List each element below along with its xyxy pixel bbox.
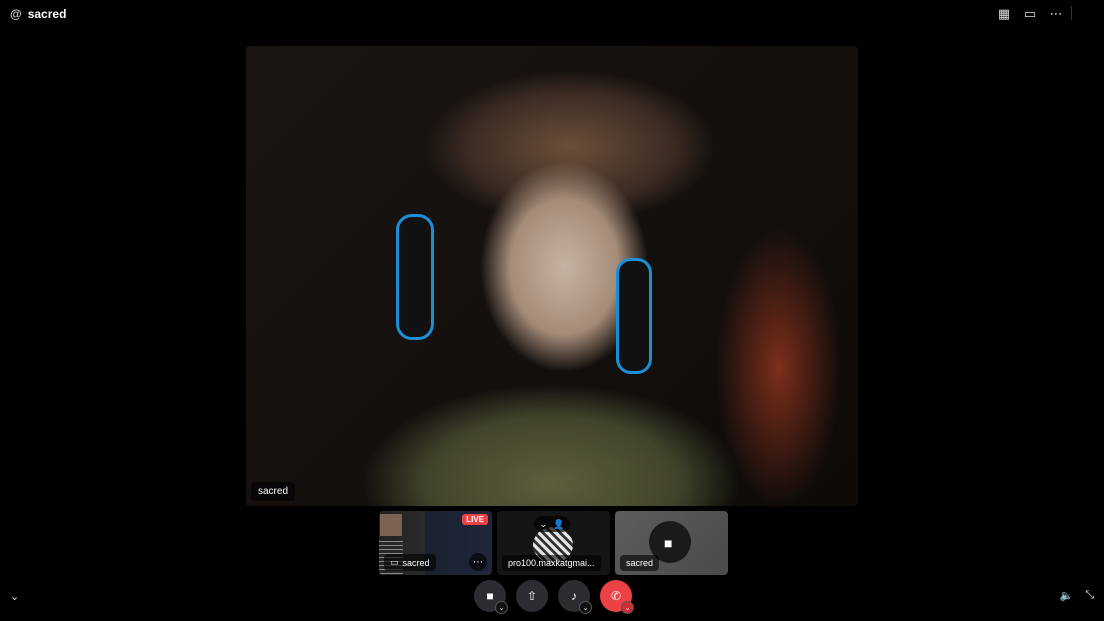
thumbnail-user[interactable]: ⌄ 👤 pro100.maxkatgmai... (497, 511, 610, 575)
thumbnail-name-tag: sacred (620, 555, 660, 571)
top-bar: @ sacred ▦ ▭ ⋯ (0, 0, 1104, 28)
toolbar-divider (1071, 6, 1072, 20)
thumbnail-name-tag: ▭ sacred (384, 554, 436, 571)
end-call-button[interactable]: ✆ ⌄ (600, 580, 634, 614)
thumbnail-overlay-controls[interactable]: ⌄ 👤 (534, 516, 570, 532)
camera-icon: ■ (664, 535, 673, 551)
channel-name: sacred (27, 7, 67, 21)
end-call-icon: ✆ (610, 589, 622, 603)
top-actions: ▦ ▭ ⋯ (996, 6, 1064, 22)
screen-share-icon: ▭ (390, 557, 399, 567)
participant-thumbnails: LIVE ▭ sacred ⋯ ⌄ 👤 pro100.maxkatgmai...… (379, 511, 728, 575)
volume-icon[interactable]: 🔈 (1059, 589, 1073, 602)
microphone-icon: ♪ (571, 589, 577, 603)
camera-button[interactable]: ■ ⌄ (474, 580, 508, 614)
thumbnail-name: sacred (626, 558, 654, 568)
live-badge: LIVE (462, 514, 488, 525)
microphone-button[interactable]: ♪ ⌄ (558, 580, 592, 614)
call-title: @ sacred (10, 7, 66, 21)
video-detail-right (616, 258, 652, 374)
collapse-icon[interactable]: ⤡ (1085, 589, 1094, 602)
microphone-options-icon[interactable]: ⌄ (579, 601, 592, 614)
screen-share-button[interactable]: ⇧ (516, 580, 548, 612)
main-participant-name: sacred (251, 482, 296, 501)
camera-options-icon[interactable]: ⌄ (495, 601, 508, 614)
video-detail-left (396, 214, 434, 340)
mini-preview-image (380, 514, 402, 536)
thumbnail-name: pro100.maxkatgmai... (508, 558, 595, 568)
camera-icon: ■ (486, 589, 494, 603)
thumbnail-stream[interactable]: LIVE ▭ sacred ⋯ (379, 511, 492, 575)
grid-layout-icon[interactable]: ▦ (996, 6, 1012, 22)
thumbnail-self[interactable]: ■ sacred (615, 511, 728, 575)
thumbnail-name-tag: pro100.maxkatgmai... (502, 555, 601, 571)
end-call-options-icon[interactable]: ⌄ (621, 601, 634, 614)
more-options-icon[interactable]: ⋯ (1048, 6, 1064, 22)
main-video[interactable]: sacred (246, 46, 858, 506)
chat-icon[interactable]: ▭ (1022, 6, 1038, 22)
chevron-down-icon[interactable]: ⌄ (540, 519, 548, 530)
thumbnail-more-button[interactable]: ⋯ (469, 553, 487, 571)
thumbnail-name: sacred (402, 557, 430, 568)
bottom-right-actions: 🔈 ⤡ (1059, 589, 1094, 602)
at-icon: @ (10, 7, 22, 21)
screen-share-icon: ⇧ (526, 589, 538, 603)
call-controls: ■ ⌄ ⇧ ♪ ⌄ ✆ ⌄ (474, 580, 634, 614)
users-icon[interactable]: 👤 (553, 519, 564, 530)
chevron-down-icon[interactable]: ⌄ (10, 590, 19, 603)
